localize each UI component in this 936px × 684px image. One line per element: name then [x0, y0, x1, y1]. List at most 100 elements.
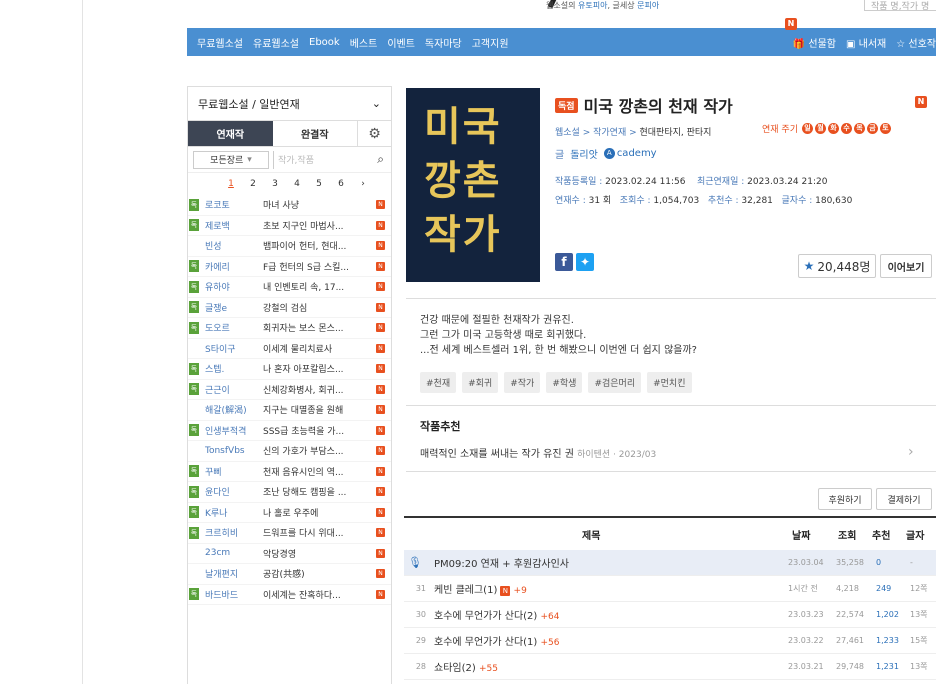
author-link[interactable]: 돌리앗: [570, 146, 598, 161]
list-item-title[interactable]: 마녀 사냥: [263, 198, 363, 211]
list-item[interactable]: 독 바드바드 이세계는 잔혹하다... N: [188, 585, 391, 605]
page-link[interactable]: 4: [286, 179, 308, 189]
nav-item[interactable]: Ebook: [299, 37, 340, 48]
page-link[interactable]: 3: [264, 179, 286, 189]
list-item[interactable]: 독 로코토 마녀 사냥 N: [188, 195, 391, 216]
list-item-title[interactable]: 회귀자는 보스 몬스...: [263, 321, 363, 334]
list-item-title[interactable]: 조난 당해도 캠핑을 ...: [263, 485, 363, 498]
list-item-author[interactable]: 23cm: [199, 548, 263, 558]
tab-completed[interactable]: 완결작: [273, 121, 358, 146]
list-item-author[interactable]: 꾸삐: [199, 465, 263, 478]
category-dropdown[interactable]: 무료웹소설 / 일반연재 ⌄: [188, 87, 391, 121]
table-row[interactable]: 29 호수에 무언가가 산다(1) +56 23.03.22 27,461 1,233 1…: [404, 628, 936, 654]
list-item-title[interactable]: 신의 가호가 부담스...: [263, 444, 363, 457]
favorites-button[interactable]: ☆ 선호작: [896, 35, 936, 50]
nav-item[interactable]: 무료웹소설: [187, 35, 243, 50]
list-item[interactable]: 독 카에리 F급 헌터의 S급 스킬... N: [188, 257, 391, 277]
list-item[interactable]: 독 스텝. 나 혼자 아포칼립스... N: [188, 359, 391, 380]
chevron-right-icon[interactable]: ›: [908, 444, 914, 460]
search-icon[interactable]: ⌕: [377, 152, 384, 167]
list-item-title[interactable]: F급 헌터의 S급 스킬...: [263, 260, 363, 273]
list-item-title[interactable]: 공감(共感): [263, 567, 363, 580]
list-item-author[interactable]: 해갈(解渴): [199, 403, 263, 416]
episode-title[interactable]: 케빈 클레그(1) N +9: [434, 581, 527, 596]
list-item-author[interactable]: 바드바드: [199, 588, 263, 601]
next-page-button[interactable]: ›: [352, 179, 374, 189]
continue-reading-button[interactable]: 이어보기: [880, 254, 932, 278]
tag[interactable]: #천재: [420, 372, 457, 393]
list-item[interactable]: 독 크르히비 드워프를 다시 위대... N: [188, 523, 391, 544]
list-item-author[interactable]: 크르히비: [199, 526, 263, 539]
page-link[interactable]: 5: [308, 179, 330, 189]
academy-link[interactable]: Academy: [603, 148, 657, 159]
list-item-title[interactable]: 천재 음유시인의 역...: [263, 465, 363, 478]
table-row[interactable]: 28 쇼타임(2) +55 23.03.21 29,748 1,231 13쪽: [404, 654, 936, 680]
favorite-button[interactable]: ★ 20,448명: [798, 254, 876, 278]
episode-title[interactable]: 호수에 무언가가 산다(1) +56: [434, 633, 560, 648]
list-item[interactable]: 빈성 뱀파이어 헌터, 현대... N: [188, 236, 391, 257]
list-item-title[interactable]: 나 혼자 아포칼립스...: [263, 362, 363, 375]
list-item[interactable]: 23cm 악당경영 N: [188, 544, 391, 564]
tab-ongoing[interactable]: 연재작: [188, 121, 273, 146]
list-item[interactable]: 독 K루나 나 홀로 우주에 N: [188, 503, 391, 523]
tag[interactable]: #회귀: [462, 372, 499, 393]
list-item-title[interactable]: 드워프를 다시 위대...: [263, 526, 363, 539]
list-item[interactable]: 독 꾸삐 천재 음유시인의 역... N: [188, 462, 391, 482]
episode-title[interactable]: 호수에 무언가가 산다(2) +64: [434, 607, 560, 622]
recommend-item[interactable]: 매력적인 소재를 써내는 작가 유진 권 하이텐션 · 2023/03: [420, 445, 656, 460]
list-item-author[interactable]: 글쟁e: [199, 301, 263, 314]
nav-item[interactable]: 고객지원: [462, 35, 509, 50]
tag[interactable]: #작가: [504, 372, 541, 393]
list-item-author[interactable]: 근근이: [199, 383, 263, 396]
my-library-button[interactable]: ▣ 내서재: [846, 35, 886, 50]
list-item-author[interactable]: 윤다인: [199, 485, 263, 498]
list-item-title[interactable]: 이세계 물리치료사: [263, 342, 363, 355]
nav-item[interactable]: 독자마당: [415, 35, 462, 50]
list-item[interactable]: 독 근근이 신체강화병사, 회귀... N: [188, 380, 391, 400]
list-item-author[interactable]: 빈성: [199, 239, 263, 252]
page-link[interactable]: 6: [330, 179, 352, 189]
list-item-title[interactable]: 나 홀로 우주에: [263, 506, 363, 519]
list-item-title[interactable]: 초보 지구인 마법사...: [263, 219, 363, 232]
facebook-icon[interactable]: f: [555, 253, 573, 271]
page-link[interactable]: 2: [242, 179, 264, 189]
list-item[interactable]: 독 유하야 내 인벤토리 속, 17... N: [188, 277, 391, 298]
list-item-author[interactable]: 인생부적격: [199, 424, 263, 437]
twitter-icon[interactable]: ✦: [576, 253, 594, 271]
list-item-title[interactable]: 신체강화병사, 회귀...: [263, 383, 363, 396]
table-row[interactable]: 31 케빈 클레그(1) N +9 1시간 전 4,218 249 12쪽: [404, 576, 936, 602]
list-item-title[interactable]: 강철의 검심: [263, 301, 363, 314]
list-item[interactable]: 날개편지 공감(共感) N: [188, 564, 391, 585]
list-item-author[interactable]: 도오르: [199, 321, 263, 334]
genre-select[interactable]: 모든장르 ▾: [193, 150, 269, 169]
list-item-author[interactable]: 카에리: [199, 260, 263, 273]
tag[interactable]: #먼치킨: [647, 372, 692, 393]
gear-icon[interactable]: ⚙: [357, 121, 391, 146]
list-item[interactable]: S타이구 이세계 물리치료사 N: [188, 339, 391, 359]
list-item-author[interactable]: K루나: [199, 506, 263, 519]
list-item-title[interactable]: 지구는 대멸종을 원해: [263, 403, 363, 416]
list-item-title[interactable]: 내 인벤토리 속, 17...: [263, 280, 363, 293]
nav-item[interactable]: 이벤트: [377, 35, 415, 50]
sidebar-search-input[interactable]: 작가,작품 ⌕: [273, 150, 386, 169]
page-link[interactable]: 1: [220, 179, 242, 189]
pay-button[interactable]: 결제하기: [876, 488, 932, 510]
nav-item[interactable]: 베스트: [340, 35, 378, 50]
list-item-title[interactable]: SSS급 초능력을 가...: [263, 424, 363, 437]
list-item-author[interactable]: 로코토: [199, 198, 263, 211]
list-item[interactable]: 해갈(解渴) 지구는 대멸종을 원해 N: [188, 400, 391, 421]
list-item[interactable]: TonsfVbs 신의 가호가 부담스... N: [188, 441, 391, 462]
list-item-author[interactable]: 날개편지: [199, 567, 263, 580]
tag[interactable]: #검은머리: [588, 372, 642, 393]
list-item-title[interactable]: 악당경영: [263, 547, 363, 560]
notice-row[interactable]: 🎙 PM09:20 연재 + 후원감사인사 23.03.04 35,258 0 -: [404, 550, 936, 576]
list-item-author[interactable]: TonsfVbs: [199, 446, 263, 456]
gift-box-button[interactable]: 🎁 선물함: [793, 35, 836, 50]
list-item[interactable]: 독 인생부적격 SSS급 초능력을 가... N: [188, 421, 391, 441]
episode-title[interactable]: 쇼타임(2) +55: [434, 659, 498, 674]
list-item[interactable]: 독 글쟁e 강철의 검심 N: [188, 298, 391, 318]
episode-title[interactable]: PM09:20 연재 + 후원감사인사: [434, 555, 569, 570]
list-item-author[interactable]: S타이구: [199, 342, 263, 355]
genre-value[interactable]: 현대판타지, 판타지: [640, 128, 712, 138]
nav-item[interactable]: 유료웹소설: [243, 35, 299, 50]
